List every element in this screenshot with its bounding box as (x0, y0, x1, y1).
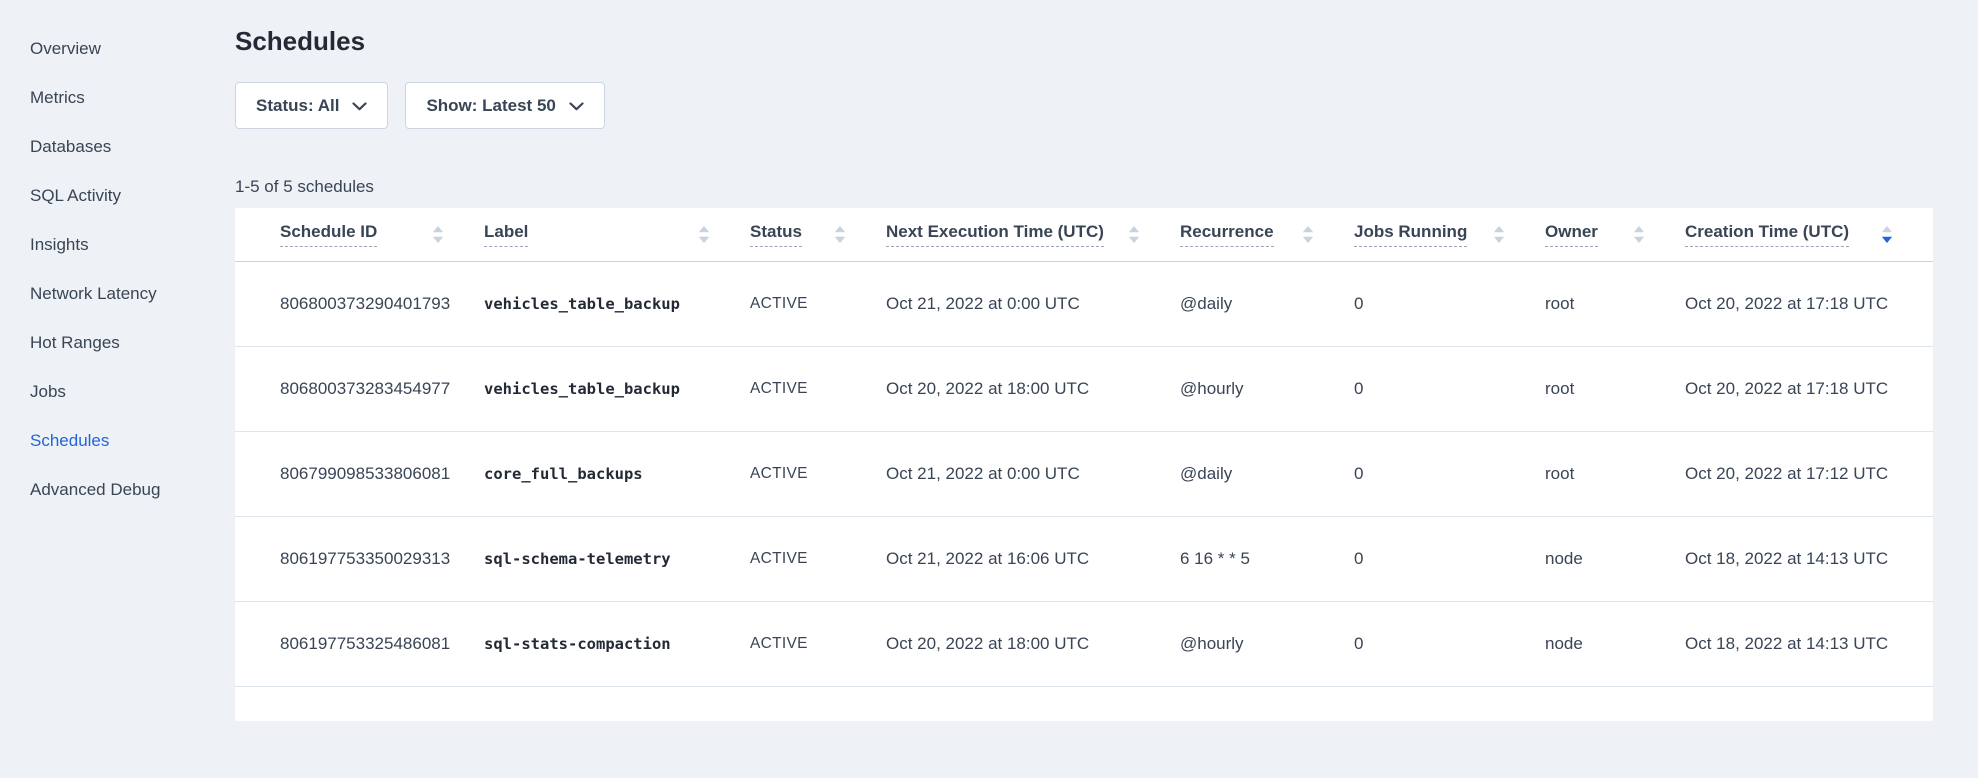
sidebar-item-insights[interactable]: Insights (0, 220, 235, 269)
column-label: Label (484, 222, 528, 247)
cell-owner: node (1545, 601, 1685, 686)
cell-schedule-id[interactable]: 806197753325486081 (235, 601, 484, 686)
sidebar-item-network-latency[interactable]: Network Latency (0, 269, 235, 318)
page-title: Schedules (235, 26, 1978, 57)
cell-label: vehicles_table_backup (484, 346, 750, 431)
cell-jobs-running: 0 (1354, 601, 1545, 686)
sidebar-item-advanced-debug[interactable]: Advanced Debug (0, 465, 235, 514)
cell-jobs-running: 0 (1354, 346, 1545, 431)
cell-creation-time: Oct 20, 2022 at 17:18 UTC (1685, 346, 1933, 431)
cell-schedule-id[interactable]: 806800373283454977 (235, 346, 484, 431)
sidebar-item-hot-ranges[interactable]: Hot Ranges (0, 318, 235, 367)
column-header-schedule-id[interactable]: Schedule ID (235, 208, 484, 261)
cell-label: sql-stats-compaction (484, 601, 750, 686)
cell-recurrence: @hourly (1180, 346, 1354, 431)
cell-recurrence: @daily (1180, 431, 1354, 516)
schedules-table-card: Schedule ID Label Status Next Execution … (235, 208, 1933, 721)
cell-next-execution-time: Oct 20, 2022 at 18:00 UTC (886, 601, 1180, 686)
column-label: Status (750, 222, 802, 247)
cell-next-execution-time: Oct 21, 2022 at 0:00 UTC (886, 261, 1180, 346)
cell-label: vehicles_table_backup (484, 261, 750, 346)
chevron-down-icon (352, 102, 367, 111)
column-label: Schedule ID (280, 222, 377, 247)
sidebar-item-databases[interactable]: Databases (0, 122, 235, 171)
column-label: Jobs Running (1354, 222, 1467, 247)
column-header-creation-time[interactable]: Creation Time (UTC) (1685, 208, 1933, 261)
cell-creation-time: Oct 20, 2022 at 17:12 UTC (1685, 431, 1933, 516)
sidebar-item-sql-activity[interactable]: SQL Activity (0, 171, 235, 220)
schedules-table: Schedule ID Label Status Next Execution … (235, 208, 1933, 687)
cell-creation-time: Oct 18, 2022 at 14:13 UTC (1685, 601, 1933, 686)
column-label: Creation Time (UTC) (1685, 222, 1849, 247)
cell-status: ACTIVE (750, 346, 886, 431)
status-filter-label: Status: All (256, 96, 339, 116)
cell-next-execution-time: Oct 21, 2022 at 16:06 UTC (886, 516, 1180, 601)
table-row[interactable]: 806197753325486081 sql-stats-compaction … (235, 601, 1933, 686)
show-filter-dropdown[interactable]: Show: Latest 50 (405, 82, 604, 129)
cell-jobs-running: 0 (1354, 431, 1545, 516)
sidebar-item-schedules[interactable]: Schedules (0, 416, 235, 465)
sort-icon[interactable] (432, 226, 444, 243)
sort-icon[interactable] (1881, 226, 1893, 243)
sort-icon[interactable] (834, 226, 846, 243)
filter-bar: Status: All Show: Latest 50 (235, 82, 1978, 129)
column-label: Next Execution Time (UTC) (886, 222, 1104, 247)
sidebar-item-jobs[interactable]: Jobs (0, 367, 235, 416)
table-row[interactable]: 806197753350029313 sql-schema-telemetry … (235, 516, 1933, 601)
cell-owner: root (1545, 431, 1685, 516)
sort-icon[interactable] (1633, 226, 1645, 243)
cell-next-execution-time: Oct 21, 2022 at 0:00 UTC (886, 431, 1180, 516)
cell-recurrence: 6 16 * * 5 (1180, 516, 1354, 601)
table-row[interactable]: 806800373283454977 vehicles_table_backup… (235, 346, 1933, 431)
column-header-status[interactable]: Status (750, 208, 886, 261)
cell-recurrence: @hourly (1180, 601, 1354, 686)
column-header-recurrence[interactable]: Recurrence (1180, 208, 1354, 261)
main-content: Schedules Status: All Show: Latest 50 1-… (235, 0, 1978, 721)
cell-creation-time: Oct 20, 2022 at 17:18 UTC (1685, 261, 1933, 346)
column-label: Recurrence (1180, 222, 1274, 247)
results-count: 1-5 of 5 schedules (235, 177, 1978, 197)
cell-jobs-running: 0 (1354, 516, 1545, 601)
column-header-label[interactable]: Label (484, 208, 750, 261)
cell-schedule-id[interactable]: 806800373290401793 (235, 261, 484, 346)
show-filter-label: Show: Latest 50 (426, 96, 555, 116)
table-header-row: Schedule ID Label Status Next Execution … (235, 208, 1933, 261)
sort-icon[interactable] (698, 226, 710, 243)
sidebar-item-metrics[interactable]: Metrics (0, 73, 235, 122)
cell-status: ACTIVE (750, 516, 886, 601)
cell-status: ACTIVE (750, 601, 886, 686)
table-row[interactable]: 806799098533806081 core_full_backups ACT… (235, 431, 1933, 516)
cell-label: sql-schema-telemetry (484, 516, 750, 601)
cell-jobs-running: 0 (1354, 261, 1545, 346)
column-header-next-execution-time[interactable]: Next Execution Time (UTC) (886, 208, 1180, 261)
cell-recurrence: @daily (1180, 261, 1354, 346)
sort-icon[interactable] (1302, 226, 1314, 243)
cell-owner: root (1545, 346, 1685, 431)
column-header-owner[interactable]: Owner (1545, 208, 1685, 261)
cell-next-execution-time: Oct 20, 2022 at 18:00 UTC (886, 346, 1180, 431)
cell-owner: node (1545, 516, 1685, 601)
cell-owner: root (1545, 261, 1685, 346)
column-header-jobs-running[interactable]: Jobs Running (1354, 208, 1545, 261)
table-row[interactable]: 806800373290401793 vehicles_table_backup… (235, 261, 1933, 346)
cell-label: core_full_backups (484, 431, 750, 516)
cell-status: ACTIVE (750, 431, 886, 516)
chevron-down-icon (569, 102, 584, 111)
status-filter-dropdown[interactable]: Status: All (235, 82, 388, 129)
sidebar: Overview Metrics Databases SQL Activity … (0, 0, 235, 514)
sidebar-item-overview[interactable]: Overview (0, 24, 235, 73)
cell-status: ACTIVE (750, 261, 886, 346)
cell-schedule-id[interactable]: 806799098533806081 (235, 431, 484, 516)
sort-icon[interactable] (1128, 226, 1140, 243)
cell-creation-time: Oct 18, 2022 at 14:13 UTC (1685, 516, 1933, 601)
column-label: Owner (1545, 222, 1598, 247)
cell-schedule-id[interactable]: 806197753350029313 (235, 516, 484, 601)
sort-icon[interactable] (1493, 226, 1505, 243)
